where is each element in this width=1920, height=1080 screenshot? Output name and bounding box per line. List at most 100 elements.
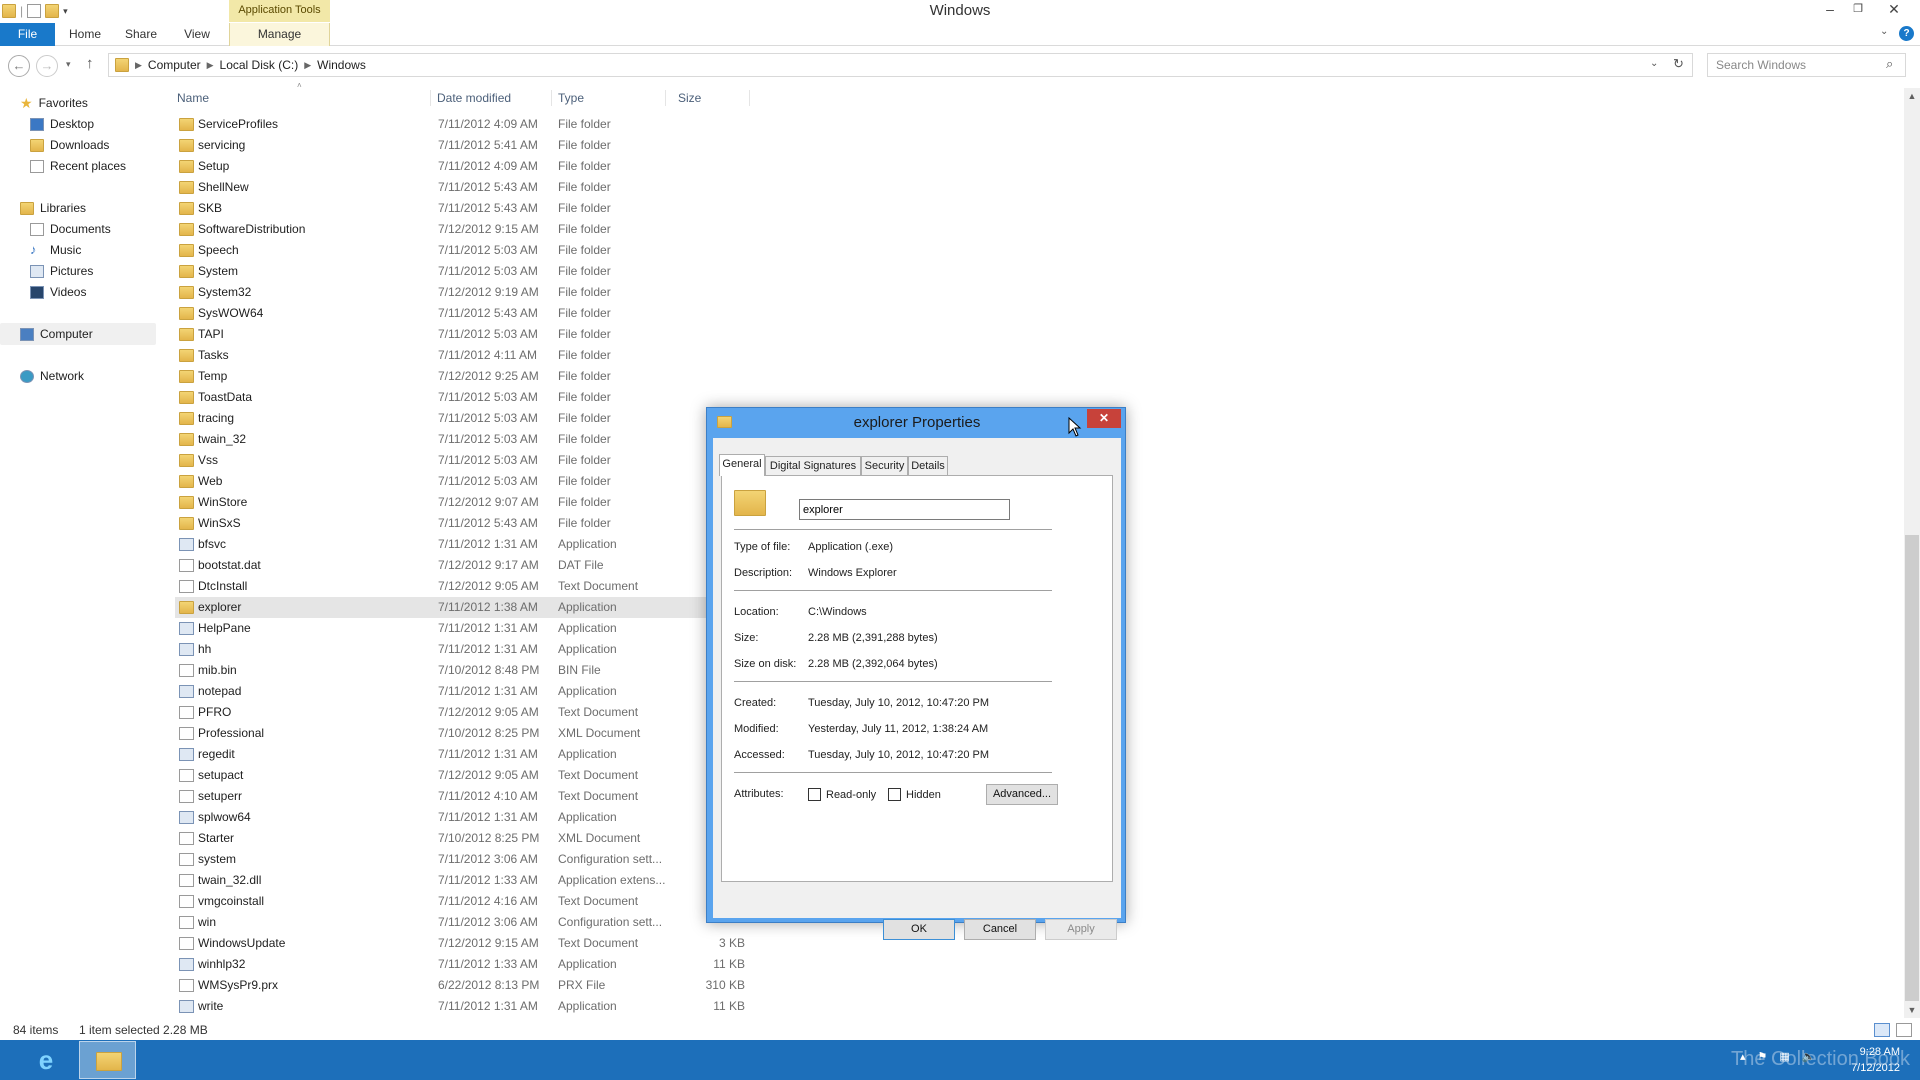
file-row[interactable]: notepad 7/11/2012 1:31 AM Application xyxy=(175,681,755,702)
address-dropdown-icon[interactable]: ⌄ xyxy=(1650,58,1658,69)
file-row[interactable]: Web 7/11/2012 5:03 AM File folder xyxy=(175,471,755,492)
tab-view[interactable]: View xyxy=(174,23,220,46)
minimize-button[interactable]: – xyxy=(1816,0,1844,20)
advanced-button[interactable]: Advanced... xyxy=(986,784,1058,805)
tab-home[interactable]: Home xyxy=(62,23,108,46)
column-divider[interactable] xyxy=(665,90,666,106)
help-icon[interactable]: ? xyxy=(1899,26,1914,41)
file-row[interactable]: DtcInstall 7/12/2012 9:05 AM Text Document xyxy=(175,576,755,597)
file-row[interactable]: Starter 7/10/2012 8:25 PM XML Document xyxy=(175,828,755,849)
tab-file[interactable]: File xyxy=(0,23,55,46)
file-row[interactable]: WMSysPr9.prx 6/22/2012 8:13 PM PRX File 310… xyxy=(175,975,755,996)
file-row[interactable]: Professional 7/10/2012 8:25 PM XML Documen… xyxy=(175,723,755,744)
file-row[interactable]: WinStore 7/12/2012 9:07 AM File folder xyxy=(175,492,755,513)
file-row[interactable]: servicing 7/11/2012 5:41 AM File folder xyxy=(175,135,755,156)
breadcrumb-computer[interactable]: Computer xyxy=(148,58,201,72)
nav-libraries[interactable]: Libraries xyxy=(20,198,86,218)
file-row[interactable]: regedit 7/11/2012 1:31 AM Application xyxy=(175,744,755,765)
search-input[interactable]: Search Windows xyxy=(1707,53,1906,77)
file-row[interactable]: bfsvc 7/11/2012 1:31 AM Application xyxy=(175,534,755,555)
nav-favorites[interactable]: ★ Favorites xyxy=(20,93,88,113)
file-row[interactable]: vmgcoinstall 7/11/2012 4:16 AM Text Docume… xyxy=(175,891,755,912)
column-header-size[interactable]: Size xyxy=(678,88,701,108)
hidden-checkbox[interactable] xyxy=(888,788,901,801)
scroll-down-arrow[interactable]: ▼ xyxy=(1904,1002,1920,1018)
ok-button[interactable]: OK xyxy=(883,919,955,940)
column-divider[interactable] xyxy=(749,90,750,106)
tab-general[interactable]: General xyxy=(719,454,765,476)
network-status-icon[interactable]: ▦ xyxy=(1779,1050,1789,1063)
file-row[interactable]: WinSxS 7/11/2012 5:43 AM File folder xyxy=(175,513,755,534)
action-center-flag-icon[interactable]: ⚑ xyxy=(1758,1050,1768,1063)
file-row[interactable]: explorer7/11/2012 1:38 AMApplication2 xyxy=(175,597,755,618)
file-row[interactable]: System32 7/12/2012 9:19 AM File folder xyxy=(175,282,755,303)
file-row[interactable]: bootstat.dat 7/12/2012 9:17 AM DAT File xyxy=(175,555,755,576)
file-row[interactable]: twain_32.dll 7/11/2012 1:33 AM Application… xyxy=(175,870,755,891)
tab-share[interactable]: Share xyxy=(118,23,164,46)
file-row[interactable]: Setup 7/11/2012 4:09 AM File folder xyxy=(175,156,755,177)
nav-recent-places[interactable]: Recent places xyxy=(30,156,126,176)
up-button[interactable]: ↑ xyxy=(86,55,94,72)
column-header-date-modified[interactable]: Date modified xyxy=(437,88,511,108)
expand-ribbon-icon[interactable]: ⌄ xyxy=(1880,26,1888,37)
file-row[interactable]: ShellNew 7/11/2012 5:43 AM File folder xyxy=(175,177,755,198)
file-row[interactable]: Vss 7/11/2012 5:03 AM File folder xyxy=(175,450,755,471)
tab-details[interactable]: Details xyxy=(908,456,948,475)
file-row[interactable]: system 7/11/2012 3:06 AM Configuration set… xyxy=(175,849,755,870)
file-row[interactable]: mib.bin 7/10/2012 8:48 PM BIN File xyxy=(175,660,755,681)
scroll-up-arrow[interactable]: ▲ xyxy=(1904,88,1920,104)
dialog-close-button[interactable]: ✕ xyxy=(1087,409,1121,428)
column-header-type[interactable]: Type xyxy=(558,88,584,108)
show-hidden-icons-icon[interactable]: ▴ xyxy=(1740,1050,1746,1063)
file-row[interactable]: write 7/11/2012 1:31 AM Application 11 KB xyxy=(175,996,755,1017)
back-button[interactable]: ← xyxy=(8,55,30,77)
file-row[interactable]: SoftwareDistribution 7/12/2012 9:15 AM Fil… xyxy=(175,219,755,240)
taskbar-clock[interactable]: 9:28 AM 7/12/2012 xyxy=(1790,1044,1900,1076)
file-row[interactable]: tracing 7/11/2012 5:03 AM File folder xyxy=(175,408,755,429)
internet-explorer-icon[interactable]: e xyxy=(24,1043,68,1077)
nav-network[interactable]: Network xyxy=(20,366,84,386)
nav-desktop[interactable]: Desktop xyxy=(30,114,94,134)
forward-button[interactable]: → xyxy=(36,55,58,77)
file-row[interactable]: setupact 7/12/2012 9:05 AM Text Document xyxy=(175,765,755,786)
address-bar[interactable]: ▶ Computer ▶ Local Disk (C:) ▶ Windows xyxy=(108,53,1693,77)
file-row[interactable]: twain_32 7/11/2012 5:03 AM File folder xyxy=(175,429,755,450)
file-row[interactable]: win 7/11/2012 3:06 AM Configuration sett..… xyxy=(175,912,755,933)
restore-button[interactable]: ❐ xyxy=(1844,0,1872,20)
details-view-icon[interactable] xyxy=(1874,1023,1890,1037)
refresh-icon[interactable]: ↻ xyxy=(1673,56,1684,72)
nav-music[interactable]: ♪ Music xyxy=(30,240,81,260)
apply-button[interactable]: Apply xyxy=(1045,919,1117,940)
nav-computer[interactable]: Computer xyxy=(20,324,93,344)
file-row[interactable]: WindowsUpdate 7/12/2012 9:15 AM Text Docum… xyxy=(175,933,755,954)
nav-documents[interactable]: Documents xyxy=(30,219,111,239)
file-explorer-taskbar-button[interactable] xyxy=(79,1041,136,1079)
file-row[interactable]: splwow64 7/11/2012 1:31 AM Application xyxy=(175,807,755,828)
file-row[interactable]: Speech 7/11/2012 5:03 AM File folder xyxy=(175,240,755,261)
file-row[interactable]: hh 7/11/2012 1:31 AM Application xyxy=(175,639,755,660)
file-row[interactable]: HelpPane 7/11/2012 1:31 AM Application xyxy=(175,618,755,639)
tab-manage[interactable]: Manage xyxy=(229,23,330,46)
scrollbar-thumb[interactable] xyxy=(1905,535,1919,1001)
file-row[interactable]: System 7/11/2012 5:03 AM File folder xyxy=(175,261,755,282)
breadcrumb-local-disk[interactable]: Local Disk (C:) xyxy=(220,58,299,72)
close-window-button[interactable]: ✕ xyxy=(1880,0,1908,20)
file-row[interactable]: TAPI 7/11/2012 5:03 AM File folder xyxy=(175,324,755,345)
tab-security[interactable]: Security xyxy=(861,456,908,475)
column-header-name[interactable]: Name xyxy=(177,88,209,108)
large-icons-view-icon[interactable] xyxy=(1896,1023,1912,1037)
file-row[interactable]: ServiceProfiles 7/11/2012 4:09 AM File fol… xyxy=(175,114,755,135)
column-divider[interactable] xyxy=(430,90,431,106)
nav-pictures[interactable]: Pictures xyxy=(30,261,93,281)
file-row[interactable]: PFRO 7/12/2012 9:05 AM Text Document xyxy=(175,702,755,723)
file-row[interactable]: SysWOW64 7/11/2012 5:43 AM File folder xyxy=(175,303,755,324)
file-row[interactable]: Tasks 7/11/2012 4:11 AM File folder xyxy=(175,345,755,366)
file-row[interactable]: setuperr 7/11/2012 4:10 AM Text Document xyxy=(175,786,755,807)
column-divider[interactable] xyxy=(551,90,552,106)
read-only-checkbox[interactable] xyxy=(808,788,821,801)
file-row[interactable]: ToastData 7/11/2012 5:03 AM File folder xyxy=(175,387,755,408)
search-icon[interactable]: ⌕ xyxy=(1886,56,1893,72)
breadcrumb-windows[interactable]: Windows xyxy=(317,58,366,72)
file-row[interactable]: SKB 7/11/2012 5:43 AM File folder xyxy=(175,198,755,219)
cancel-button[interactable]: Cancel xyxy=(964,919,1036,940)
